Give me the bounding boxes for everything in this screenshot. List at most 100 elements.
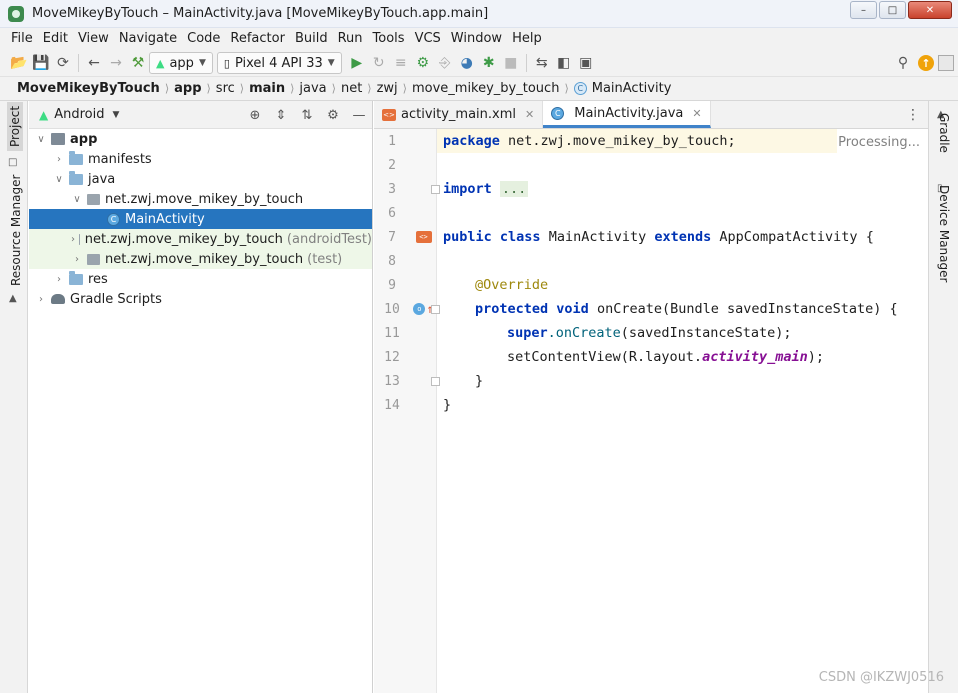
chevron-down-icon[interactable]: ∨ (71, 194, 83, 205)
menu-tools[interactable]: Tools (368, 28, 410, 50)
attach-debugger-icon[interactable]: ⎆ (434, 52, 456, 74)
hide-panel-icon[interactable]: — (350, 106, 368, 124)
apply-changes-icon[interactable]: ↻ (368, 52, 390, 74)
build-hammer-icon[interactable]: ⚒ (127, 52, 149, 74)
tree-item-res[interactable]: › res (29, 269, 372, 289)
forward-arrow-icon[interactable]: → (105, 52, 127, 74)
menu-edit[interactable]: Edit (38, 28, 73, 50)
menu-code[interactable]: Code (182, 28, 225, 50)
menu-vcs[interactable]: VCS (410, 28, 446, 50)
close-icon[interactable]: ✕ (692, 107, 701, 120)
close-button[interactable]: ✕ (908, 1, 952, 19)
more-vertical-icon[interactable]: ⋮ (906, 107, 920, 123)
expand-all-icon[interactable]: ⇕ (272, 106, 290, 124)
tree-item-label: net.zwj.move_mikey_by_touch (105, 251, 304, 267)
tree-item-suffix: (test) (307, 251, 343, 267)
tree-item-package-androidtest[interactable]: › net.zwj.move_mikey_by_touch (androidTe… (29, 229, 372, 249)
menu-file[interactable]: File (6, 28, 38, 50)
code-editor: <> activity_main.xml ✕ C MainActivity.ja… (374, 101, 928, 693)
menu-navigate[interactable]: Navigate (114, 28, 182, 50)
tool-tab-device-manager[interactable]: Device Manager (937, 185, 951, 282)
stop-icon[interactable]: ■ (500, 52, 522, 74)
run-play-icon[interactable]: ▶ (346, 52, 368, 74)
open-folder-icon[interactable]: 📂 (8, 52, 30, 74)
project-view-select[interactable]: Android (54, 107, 104, 122)
tree-item-app[interactable]: ∨ app (29, 129, 372, 149)
update-notification-icon[interactable]: ↑ (918, 55, 934, 71)
apply-code-changes-icon[interactable]: ≡ (390, 52, 412, 74)
sync-icon[interactable]: ⟳ (52, 52, 74, 74)
tree-item-java[interactable]: ∨ java (29, 169, 372, 189)
folded-imports[interactable]: ... (499, 181, 529, 197)
collapse-all-icon[interactable]: ⇅ (298, 106, 316, 124)
code-fragment: ); (807, 349, 825, 365)
save-all-icon[interactable]: 💾 (30, 52, 52, 74)
run-config-select[interactable]: ▲ app ▼ (149, 52, 213, 74)
folder-icon (69, 150, 83, 165)
breadcrumb-class[interactable]: C MainActivity (571, 81, 675, 96)
maximize-button[interactable]: □ (879, 1, 906, 19)
chevron-right-icon[interactable]: › (53, 154, 65, 165)
chevron-right-icon[interactable]: › (35, 294, 47, 305)
breadcrumb-src[interactable]: src (213, 81, 238, 96)
tab-label: activity_main.xml (401, 107, 517, 122)
device-select[interactable]: ▯ Pixel 4 API 33 ▼ (216, 52, 342, 74)
breadcrumb-main[interactable]: main (246, 81, 288, 96)
breadcrumb-package[interactable]: move_mikey_by_touch (409, 81, 562, 96)
chevron-down-icon[interactable]: ∨ (35, 134, 47, 145)
chevron-down-icon[interactable]: ▼ (113, 110, 120, 120)
close-icon[interactable]: ✕ (525, 108, 534, 121)
debug-bug-icon[interactable]: ⚙ (412, 52, 434, 74)
minimize-button[interactable]: – (850, 1, 877, 19)
package-icon (87, 193, 100, 205)
run-tests-icon[interactable]: ✱ (478, 52, 500, 74)
breadcrumb-module[interactable]: app (171, 81, 204, 96)
tree-item-package-test[interactable]: › net.zwj.move_mikey_by_touch (test) (29, 249, 372, 269)
tool-tab-gradle[interactable]: Gradle (937, 113, 951, 153)
fold-toggle-icon[interactable] (431, 185, 440, 194)
menu-run[interactable]: Run (333, 28, 368, 50)
menu-window[interactable]: Window (446, 28, 507, 50)
tree-item-manifests[interactable]: › manifests (29, 149, 372, 169)
tab-activity-main-xml[interactable]: <> activity_main.xml ✕ (374, 101, 544, 128)
breadcrumb-zwj[interactable]: zwj (374, 81, 401, 96)
chevron-right-icon[interactable]: › (71, 254, 83, 265)
code-fragment: MainActivity (540, 229, 655, 245)
account-icon[interactable] (938, 55, 954, 71)
breadcrumb-java[interactable]: java (296, 81, 329, 96)
device-manager-icon[interactable]: ◧ (553, 52, 575, 74)
search-icon[interactable]: ⚲ (892, 52, 914, 74)
run-config-value: app (169, 55, 194, 71)
breadcrumb: MoveMikeyByTouch ⟩ app ⟩ src ⟩ main ⟩ ja… (0, 77, 958, 101)
chevron-right-icon[interactable]: › (71, 234, 75, 245)
fold-toggle-icon[interactable] (431, 305, 440, 314)
code-area[interactable]: Processing... 1 package net.zwj.move_mik… (374, 129, 928, 693)
code-text: @Override (475, 277, 548, 293)
tree-item-package-main[interactable]: ∨ net.zwj.move_mikey_by_touch (29, 189, 372, 209)
device-mirror-icon[interactable]: ⇆ (531, 52, 553, 74)
override-marker-icon[interactable]: o (413, 303, 426, 315)
menu-help[interactable]: Help (507, 28, 547, 50)
line-number: 7 (388, 229, 396, 245)
back-arrow-icon[interactable]: ← (83, 52, 105, 74)
gear-icon[interactable]: ⚙ (324, 106, 342, 124)
sdk-manager-icon[interactable]: ▣ (575, 52, 597, 74)
menu-refactor[interactable]: Refactor (225, 28, 290, 50)
fold-toggle-icon[interactable] (431, 377, 440, 386)
related-layout-icon[interactable]: <> (415, 231, 432, 243)
breadcrumb-project[interactable]: MoveMikeyByTouch (14, 81, 163, 96)
locate-target-icon[interactable]: ⊕ (246, 106, 264, 124)
code-line: 7 <> public class MainActivity extends A… (374, 225, 928, 249)
tool-tab-resource-manager[interactable]: Resource Manager (9, 175, 23, 286)
chevron-down-icon[interactable]: ∨ (53, 174, 65, 185)
line-number: 3 (388, 181, 396, 197)
tab-mainactivity-java[interactable]: C MainActivity.java ✕ (543, 101, 711, 128)
breadcrumb-net[interactable]: net (338, 81, 365, 96)
menu-build[interactable]: Build (290, 28, 333, 50)
profile-icon[interactable]: ◕ (456, 52, 478, 74)
tool-tab-project[interactable]: Project (7, 101, 23, 151)
chevron-right-icon[interactable]: › (53, 274, 65, 285)
menu-view[interactable]: View (73, 28, 114, 50)
tree-item-mainactivity[interactable]: C MainActivity (29, 209, 372, 229)
tree-item-gradle-scripts[interactable]: › Gradle Scripts (29, 289, 372, 309)
